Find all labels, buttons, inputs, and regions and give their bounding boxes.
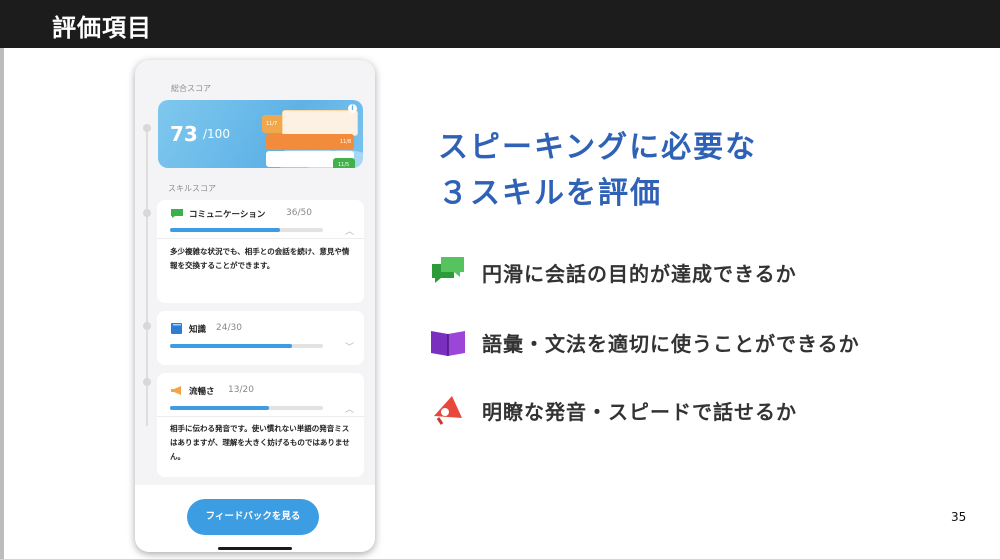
total-score-max: /100 [203,127,230,141]
total-score-card[interactable]: 11/7 11/8 11/5 73 /100 i [158,100,363,168]
skill-card-communication[interactable]: コミュニケーション 36/50 ︿ 多少複雑な状況でも、相手との会話を続け、意見… [157,200,364,303]
history-card: 11/8 [266,134,354,150]
skill-card-fluency[interactable]: 流暢さ 13/20 ︿ 相手に伝わる発音です。使い慣れない単語の発音ミスはありま… [157,373,364,477]
skill-progress-fill [170,406,270,410]
skill-description: 多少複雑な状況でも、相手との会話を続け、意見や情報を交換することができます。 [170,247,350,270]
slide-title: 評価項目 [52,14,152,42]
megaphone-icon [434,396,462,425]
skill-progress-fill [170,344,293,348]
left-edge-divider [0,48,4,559]
speech-bubble-icon [171,209,183,218]
skill-name: 知識 [189,325,207,335]
info-icon[interactable]: i [348,104,357,113]
total-score-value: 73 [170,122,198,146]
book-icon [171,323,182,334]
history-card-label: 11/8 [340,139,352,145]
timeline-dot [143,322,151,330]
divider [157,416,364,417]
megaphone-icon [171,386,181,395]
skill-card-knowledge[interactable]: 知識 24/30 ﹀ [157,311,364,365]
timeline-dot [143,209,151,217]
chevron-up-icon[interactable]: ︿ [345,224,354,237]
bullet-text: 明瞭な発音・スピードで話せるか [482,400,797,424]
bullet-text: 円滑に会話の目的が達成できるか [482,262,797,286]
skill-score: 24/30 [216,323,242,333]
history-card: 11/5 [333,158,355,168]
speech-bubbles-icon [432,257,464,283]
book-icon [431,331,465,356]
phone-mockup: 総合スコア 11/7 11/8 11/5 73 /100 i スキルスコア コミ… [135,60,375,552]
skill-score: 36/50 [286,208,312,218]
history-card: 11/7 [262,115,284,133]
skill-score-label: スキルスコア [168,184,216,193]
skill-name: 流暢さ [189,387,215,397]
skill-description: 相手に伝わる発音です。使い慣れない単語の発音ミスはありますが、理解を大きく妨げる… [170,424,350,461]
bullet-text: 語彙・文法を適切に使うことができるか [482,332,860,356]
page-number: 35 [951,510,967,524]
skill-score: 13/20 [228,385,254,395]
divider [157,238,364,239]
headline-line-1: スピーキングに必要な [438,130,758,165]
chevron-up-icon[interactable]: ︿ [345,402,354,415]
skill-progress-bar [170,344,323,348]
total-score-label: 総合スコア [171,84,211,93]
view-feedback-button[interactable]: フィードバックを見る [187,499,319,535]
skill-name: コミュニケーション [189,210,266,220]
timeline-dot [143,378,151,386]
history-card-label: 11/7 [266,121,278,127]
skill-progress-bar [170,228,323,232]
history-card [282,110,358,136]
headline-line-2: ３スキルを評価 [438,176,662,211]
skill-progress-bar [170,406,323,410]
timeline-dot [143,124,151,132]
home-indicator [218,547,292,550]
history-card-label: 11/5 [338,162,350,168]
bottom-action-area: フィードバックを見る [135,485,375,552]
chevron-down-icon[interactable]: ﹀ [345,340,354,353]
skill-progress-fill [170,228,281,232]
title-bar: 評価項目 [0,0,1000,48]
